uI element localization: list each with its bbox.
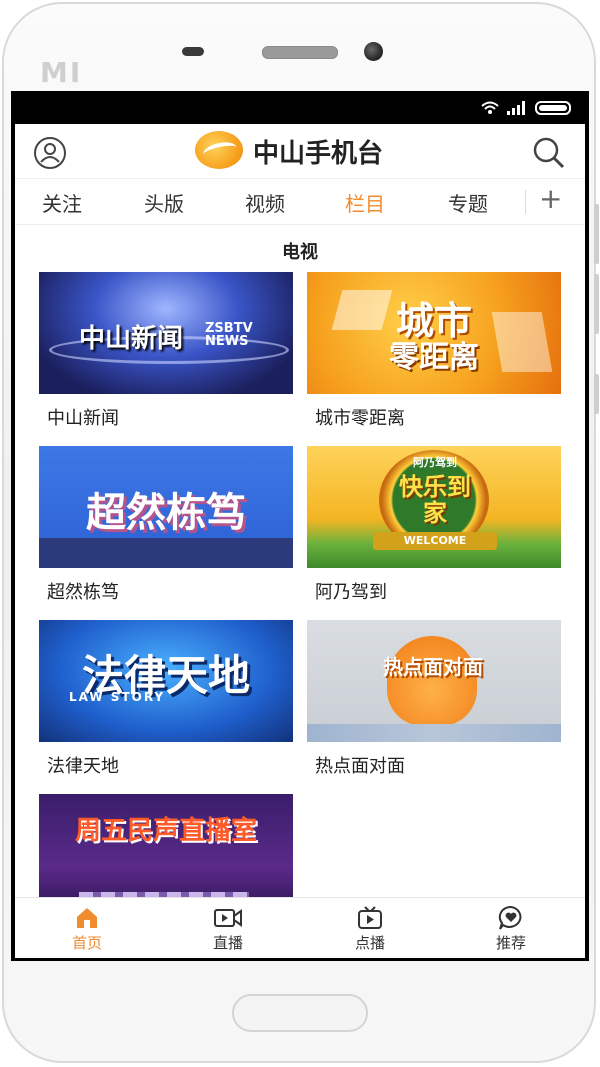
thumbnail-title: 周五民声直播室	[74, 816, 257, 846]
search-icon[interactable]	[531, 136, 567, 170]
bottom-navigation: 首页 直播 点播 推荐	[15, 897, 585, 958]
live-camera-icon	[214, 909, 242, 927]
program-card[interactable]: 中山新闻 ZSBTV NEWS 中山新闻	[39, 272, 293, 430]
thumbnail-title: 超然栋笃	[86, 490, 246, 536]
app-viewport: 中山手机台 关注 头版 视频 栏目 专题 + 电视 中山新闻 ZSBTV NEW…	[15, 124, 585, 958]
nav-vod[interactable]: 点播	[340, 902, 400, 953]
app-logo-icon	[195, 131, 243, 169]
program-label: 中山新闻	[47, 408, 119, 429]
thumbnail-title: 快乐到家	[399, 473, 471, 527]
front-camera	[364, 42, 383, 61]
tab-topics[interactable]: 专题	[448, 188, 488, 217]
add-tab-button[interactable]: +	[539, 182, 562, 215]
nav-home-label: 首页	[71, 934, 102, 952]
thumbnail-title: 中山新闻	[79, 324, 184, 354]
nav-vod-label: 点播	[354, 934, 385, 952]
category-tabs: 关注 头版 视频 栏目 专题 +	[15, 180, 585, 225]
home-key[interactable]	[232, 994, 368, 1032]
volume-down-button	[594, 274, 599, 334]
program-card[interactable]: 热点面对面 热点面对面	[307, 620, 561, 778]
tab-columns[interactable]: 栏目	[345, 188, 385, 217]
thumbnail-subtitle: 阿乃驾到	[413, 456, 457, 469]
sensor-dot	[182, 47, 204, 56]
tab-video[interactable]: 视频	[245, 188, 285, 217]
thumbnail-subtitle: ZSBTV NEWS	[205, 321, 253, 349]
volume-up-button	[594, 204, 599, 264]
nav-recommend-label: 推荐	[495, 934, 526, 952]
program-thumbnail: 热点面对面	[307, 620, 561, 742]
program-thumbnail: 中山新闻 ZSBTV NEWS	[39, 272, 293, 394]
power-button	[594, 374, 599, 414]
home-icon	[77, 908, 97, 928]
nav-recommend[interactable]: 推荐	[481, 902, 541, 953]
program-card[interactable]: 法律天地 LAW STORY 法律天地	[39, 620, 293, 778]
tab-headlines[interactable]: 头版	[144, 188, 184, 217]
app-header: 中山手机台	[15, 124, 585, 179]
earpiece-speaker	[262, 46, 338, 59]
signal-icon	[507, 101, 525, 115]
nav-live-label: 直播	[212, 934, 243, 952]
program-card[interactable]: 阿乃驾到 快乐到家 WELCOME 阿乃驾到	[307, 446, 561, 604]
program-card[interactable]: 城市 零距离 城市零距离	[307, 272, 561, 430]
program-label: 法律天地	[47, 756, 119, 777]
section-title: 电视	[282, 242, 318, 263]
tab-follow[interactable]: 关注	[42, 188, 82, 217]
status-bar	[11, 91, 589, 124]
program-thumbnail: 城市 零距离	[307, 272, 561, 394]
app-title: 中山手机台	[253, 139, 384, 169]
program-label: 热点面对面	[315, 756, 405, 777]
thumbnail-subtitle: 零距离	[389, 340, 479, 375]
tv-play-icon	[358, 906, 382, 929]
thumbnail-subtitle: LAW STORY	[69, 690, 166, 704]
program-thumbnail: 阿乃驾到 快乐到家 WELCOME	[307, 446, 561, 568]
program-thumbnail: 法律天地 LAW STORY	[39, 620, 293, 742]
program-label: 城市零距离	[315, 408, 405, 429]
device-brand-logo: MI	[40, 56, 83, 89]
wifi-icon	[481, 101, 499, 114]
battery-icon	[535, 101, 571, 115]
program-thumbnail: 超然栋笃	[39, 446, 293, 568]
nav-home[interactable]: 首页	[57, 902, 117, 953]
tab-divider	[525, 190, 526, 214]
user-profile-icon[interactable]	[33, 136, 67, 170]
thumbnail-title: 热点面对面	[383, 655, 483, 679]
program-label: 阿乃驾到	[315, 582, 387, 603]
program-label: 超然栋笃	[47, 582, 119, 603]
heart-chat-icon	[498, 906, 522, 930]
screen: 中山手机台 关注 头版 视频 栏目 专题 + 电视 中山新闻 ZSBTV NEW…	[11, 91, 589, 961]
program-card[interactable]: 超然栋笃 超然栋笃	[39, 446, 293, 604]
thumbnail-banner: WELCOME	[373, 532, 497, 550]
nav-live[interactable]: 直播	[198, 902, 258, 953]
